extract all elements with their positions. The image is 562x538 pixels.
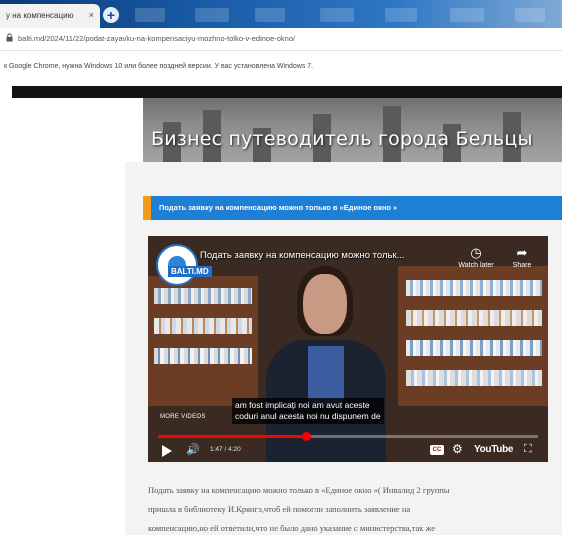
captions-button[interactable]: CC — [430, 445, 444, 455]
tab-close-icon[interactable]: × — [89, 10, 94, 20]
lock-icon — [6, 33, 13, 42]
books-row — [154, 318, 252, 334]
taskbar-app-icon — [135, 8, 165, 22]
taskbar-app-icon — [450, 8, 484, 22]
share-button[interactable]: ➦ Share — [500, 245, 544, 270]
article-body: Подать заявку на компенсацию можно тольк… — [148, 481, 554, 538]
watch-later-button[interactable]: ◷ Watch later — [454, 245, 498, 270]
url-text[interactable]: balti.md/2024/11/22/podat-zayavku-na-kom… — [18, 34, 295, 43]
video-player[interactable]: BALTI.MD Подать заявку на компенсацию мо… — [148, 236, 548, 462]
time-display: 1:47 / 4:20 — [210, 446, 241, 453]
books-row — [406, 310, 542, 326]
taskbar-app-icon — [515, 8, 545, 22]
browser-tab[interactable]: у на компенсацию × — [0, 4, 100, 28]
progress-bar[interactable] — [158, 432, 538, 441]
books-row — [154, 288, 252, 304]
headline-text[interactable]: Подать заявку на компенсацию можно тольк… — [159, 203, 397, 212]
books-row — [406, 370, 542, 386]
fullscreen-icon[interactable]: ⛶ — [524, 443, 532, 456]
banner-title: Бизнес путеводитель города Бельцы — [151, 128, 533, 150]
youtube-logo[interactable]: YouTube — [474, 444, 514, 455]
clock-icon: ◷ — [470, 245, 482, 260]
volume-icon[interactable]: 🔊 — [186, 443, 200, 456]
video-controls: 🔊 1:47 / 4:20 CC ⚙ YouTube ⛶ — [148, 441, 548, 462]
site-banner: Бизнес путеводитель города Бельцы — [143, 98, 562, 162]
taskbar-app-icon — [195, 8, 229, 22]
info-message: к Google Chrome, нужна Windows 10 или бо… — [4, 63, 314, 70]
play-icon[interactable] — [162, 445, 172, 457]
books-row — [154, 348, 252, 364]
more-videos-label[interactable]: MORE VIDEOS — [160, 414, 206, 420]
gear-icon[interactable]: ⚙ — [452, 442, 463, 456]
browser-info-bar: к Google Chrome, нужна Windows 10 или бо… — [0, 51, 562, 81]
browser-tab-bar: у на компенсацию × + — [0, 0, 562, 28]
subtitle-line: coduri anul acesta noi nu dispunem de — [235, 411, 381, 421]
headline-accent — [143, 196, 151, 220]
channel-logo[interactable] — [156, 244, 198, 286]
new-tab-button[interactable]: + — [103, 7, 119, 23]
site-top-bar — [12, 86, 562, 98]
taskbar-app-icon — [320, 8, 354, 22]
video-title[interactable]: Подать заявку на компенсацию можно тольк… — [200, 250, 405, 261]
address-bar[interactable]: balti.md/2024/11/22/podat-zayavku-na-kom… — [0, 28, 562, 51]
books-row — [406, 340, 542, 356]
taskbar-app-icon — [255, 8, 285, 22]
watch-later-label: Watch later — [458, 262, 494, 269]
article-line: Подать заявку на компенсацию можно тольк… — [148, 485, 450, 495]
books-row — [406, 280, 542, 296]
share-label: Share — [512, 262, 532, 269]
video-subtitles: am fost implicați noi am avut aceste cod… — [232, 398, 384, 424]
subtitle-line: am fost implicați noi am avut aceste — [235, 400, 370, 410]
article-line: пришла в библиотеку И.Крянгэ,чтоб ей пом… — [148, 504, 411, 514]
channel-logo-label: BALTI.MD — [168, 266, 212, 277]
share-icon: ➦ — [516, 245, 528, 260]
taskbar-app-icon — [385, 8, 417, 22]
speaker-face — [303, 274, 347, 334]
tab-title: у на компенсацию — [6, 11, 74, 20]
article-headline[interactable]: Подать заявку на компенсацию можно тольк… — [143, 196, 562, 220]
progress-fill — [158, 435, 307, 438]
speaker-shirt — [308, 346, 344, 404]
article-line: компенсацию,но ей ответили,что не было д… — [148, 523, 436, 533]
